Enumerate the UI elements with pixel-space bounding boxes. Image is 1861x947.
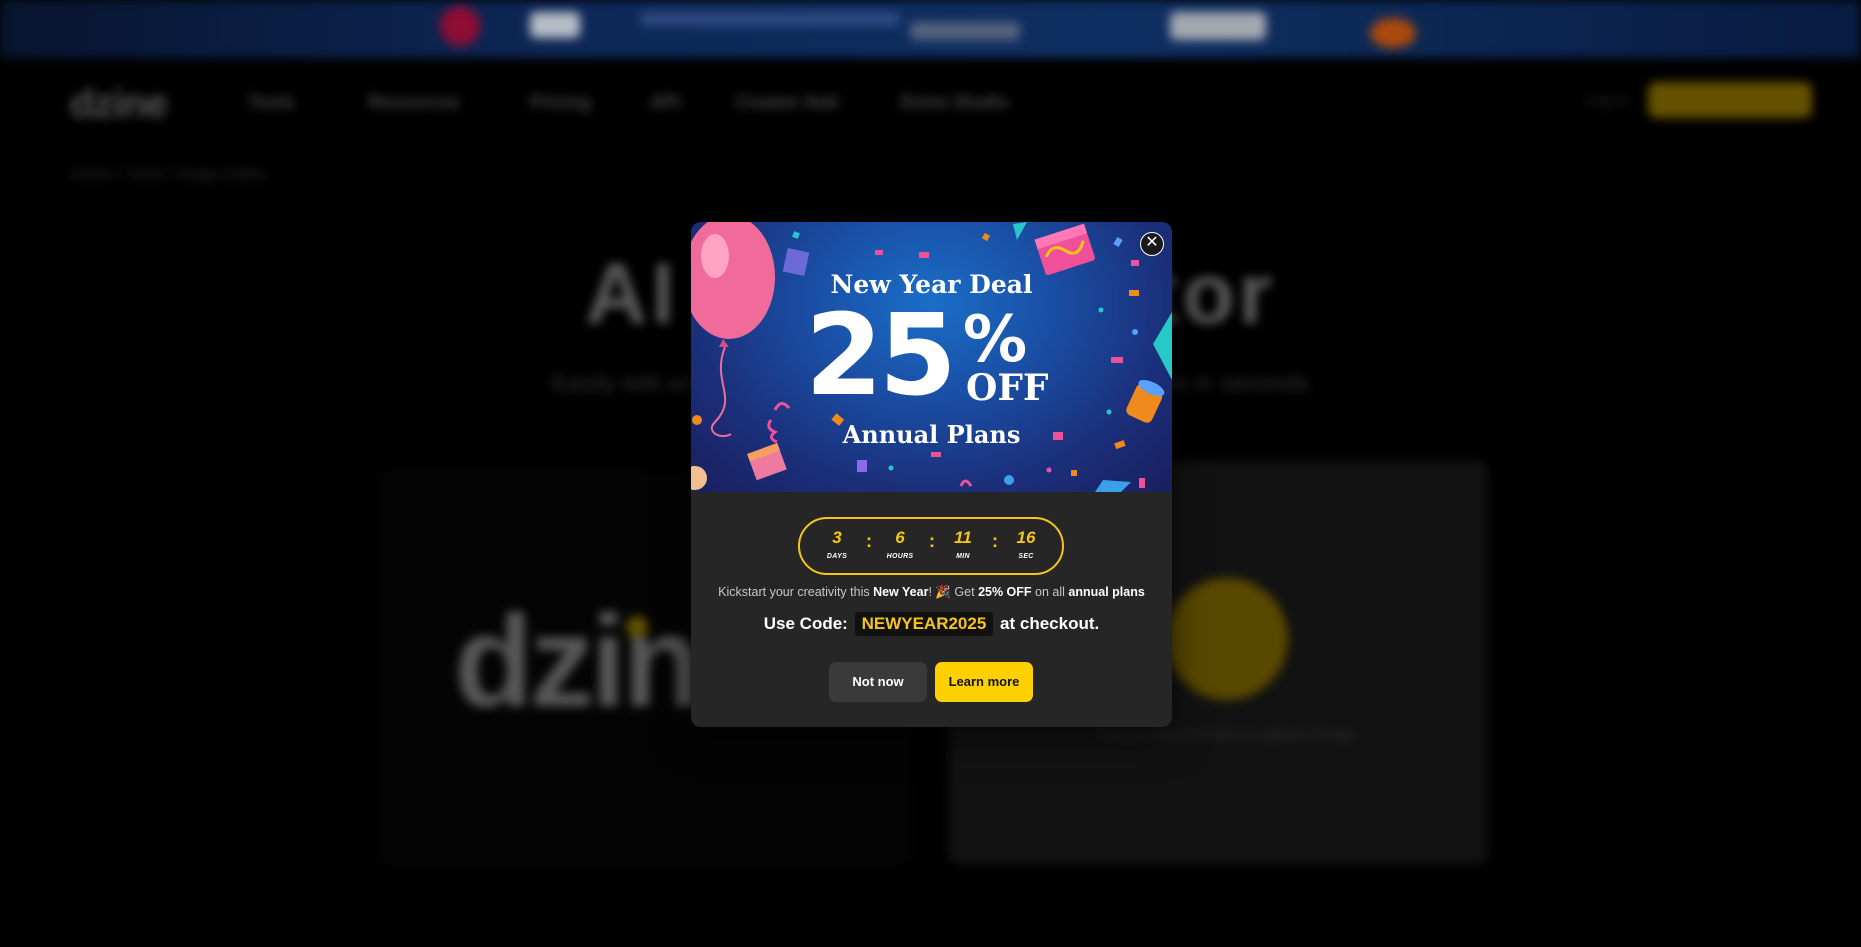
message-bold-discount: 25% OFF bbox=[978, 585, 1032, 599]
countdown-days: 3 DAYS bbox=[815, 528, 859, 561]
annual-plans-label: Annual Plans bbox=[842, 420, 1021, 449]
countdown-separator: : bbox=[866, 531, 872, 551]
seconds-label: SEC bbox=[1018, 553, 1034, 560]
minutes-label: MIN bbox=[956, 553, 970, 560]
message-bold-new-year: New Year bbox=[873, 585, 929, 599]
promo-banner: New Year Deal 25 % OFF Annual Plans ✕ bbox=[691, 222, 1172, 492]
countdown-separator: : bbox=[992, 531, 998, 551]
countdown-seconds: 16 SEC bbox=[1004, 528, 1048, 561]
message-bold-plans: annual plans bbox=[1068, 585, 1145, 599]
minutes-value: 11 bbox=[954, 528, 972, 547]
days-value: 3 bbox=[832, 528, 842, 547]
off-label: OFF bbox=[966, 367, 1049, 409]
close-icon[interactable]: ✕ bbox=[1140, 232, 1164, 256]
message-text: Kickstart your creativity this bbox=[718, 585, 874, 599]
countdown-separator: : bbox=[929, 531, 935, 551]
countdown-timer: 3 DAYS : 6 HOURS : 11 MIN : 16 SEC bbox=[798, 517, 1064, 575]
message-text: on all bbox=[1031, 585, 1069, 599]
learn-more-button[interactable]: Learn more bbox=[935, 662, 1033, 702]
days-label: DAYS bbox=[826, 553, 848, 560]
promo-code[interactable]: NEWYEAR2025 bbox=[854, 612, 994, 636]
code-prefix: Use Code: bbox=[763, 614, 848, 633]
promo-modal: New Year Deal 25 % OFF Annual Plans ✕ 3 … bbox=[691, 222, 1172, 727]
hours-label: HOURS bbox=[886, 553, 914, 560]
countdown-hours: 6 HOURS bbox=[878, 528, 922, 561]
hours-value: 6 bbox=[895, 528, 905, 547]
seconds-value: 16 bbox=[1016, 528, 1036, 547]
discount-number: 25 bbox=[805, 291, 957, 421]
code-suffix: at checkout. bbox=[1000, 614, 1100, 633]
percent-sign: % bbox=[963, 303, 1028, 377]
countdown-minutes: 11 MIN bbox=[941, 528, 985, 561]
message-text: ! 🎉 Get bbox=[928, 585, 979, 599]
promo-message: Kickstart your creativity this New Year!… bbox=[691, 585, 1172, 600]
code-line: Use Code: NEWYEAR2025 at checkout. bbox=[691, 612, 1172, 636]
not-now-button[interactable]: Not now bbox=[829, 662, 927, 702]
